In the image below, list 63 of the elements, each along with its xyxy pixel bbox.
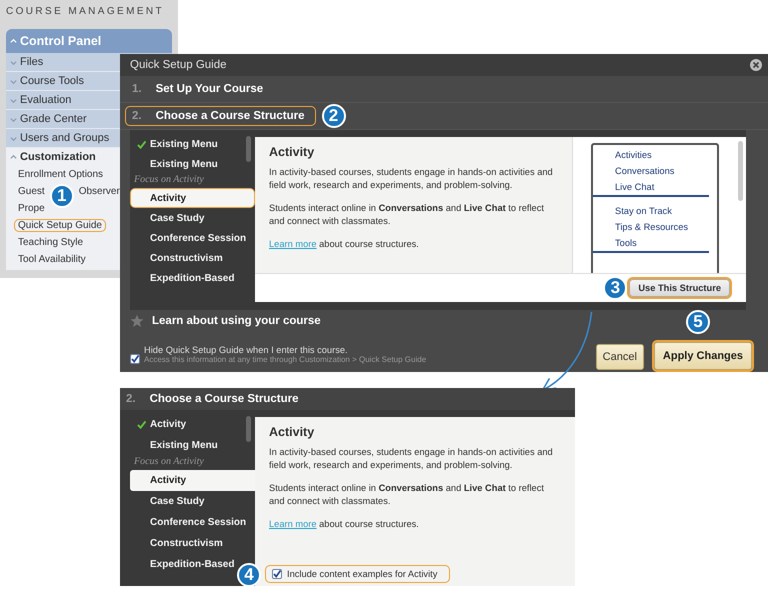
structure-item[interactable]: Activity — [130, 414, 192, 435]
structure-item[interactable]: Conference Session — [130, 228, 252, 248]
structure-item[interactable]: Constructivism — [130, 533, 228, 554]
learn-more-text: Learn more about course structures. — [269, 518, 420, 531]
structure-item[interactable]: Expedition-Based — [130, 554, 240, 575]
step-heading[interactable]: 2. Choose a Course Structure — [125, 106, 316, 126]
chevron-up-icon — [10, 38, 17, 44]
chevron-down-icon — [10, 58, 17, 66]
menu-preview-item: Tools — [593, 235, 709, 253]
learn-more-text: Learn more about course structures. — [269, 238, 420, 251]
scrollbar[interactable] — [738, 141, 743, 201]
structure-item[interactable]: Activity — [130, 188, 255, 208]
structure-item[interactable]: Expedition-Based — [130, 268, 240, 288]
chevron-down-icon — [10, 134, 17, 142]
chevron-down-icon — [10, 116, 17, 122]
structure-item[interactable]: Case Study — [130, 208, 210, 228]
chevron-down-icon — [10, 96, 17, 104]
description-text: Students interact online in Conversations and Live Chat to reflect and connect with classmates. — [269, 202, 545, 228]
description-text: In activity-based courses, students engage in hands-on activities and field work, research and experiments, and problem-solving. — [269, 166, 554, 192]
structure-title: Activity — [269, 145, 316, 159]
group-label: Focus on Activity — [133, 174, 205, 187]
description-text: Students interact online in Conversations and Live Chat to reflect and connect with classmates. — [269, 482, 545, 508]
star-icon — [130, 314, 144, 328]
checkbox[interactable] — [130, 354, 140, 364]
menu-link[interactable]: Prope — [14, 202, 49, 215]
menu-link[interactable]: Teaching Style — [14, 236, 88, 249]
callout-badge: 1 — [50, 184, 74, 208]
menu-preview-item: Conversations — [614, 165, 676, 178]
menu-link[interactable]: Tool Availability — [14, 253, 90, 266]
checkbox-label: Include content examples for Activity — [287, 569, 438, 579]
hint-text: Access this information at any time through Customization > Quick Setup Guide — [144, 355, 426, 364]
scrollbar[interactable] — [246, 416, 251, 442]
checkbox-label: Hide Quick Setup Guide when I enter this course. — [144, 345, 349, 355]
menu-link[interactable]: Observer — [74, 185, 124, 198]
menu-link[interactable]: Enrollment Options — [14, 168, 108, 181]
structure-item[interactable]: Case Study — [130, 491, 210, 512]
panel-heading: COURSE MANAGEMENT — [6, 5, 164, 19]
description-text: In activity-based courses, students engage in hands-on activities and field work, research and experiments, and problem-solving. — [269, 446, 554, 472]
checkbox[interactable] — [272, 569, 282, 579]
menu-preview-item: Activities — [614, 149, 653, 162]
menu-link[interactable]: Quick Setup Guide — [14, 219, 106, 232]
cancel-button[interactable]: Cancel — [596, 344, 644, 370]
callout-badge: 3 — [603, 276, 628, 300]
menu-link[interactable]: Guest — [14, 185, 49, 198]
use-structure-button[interactable]: Use This Structure — [629, 279, 730, 297]
structure-item[interactable]: Existing Menu — [130, 435, 223, 456]
apply-button[interactable]: Apply Changes — [654, 342, 752, 370]
structure-item[interactable]: Constructivism — [130, 248, 228, 268]
close-icon[interactable] — [750, 59, 762, 71]
menu-preview-item: Live Chat — [593, 179, 709, 197]
step-heading[interactable]: Learn about using your course — [152, 315, 321, 327]
structure-title: Activity — [269, 425, 316, 439]
menu-preview-item: Stay on Track — [614, 205, 673, 218]
callout-badge: 4 — [237, 563, 261, 587]
scrollbar[interactable] — [246, 136, 251, 162]
structure-item[interactable]: Conference Session — [130, 512, 252, 533]
chevron-up-icon — [10, 154, 17, 160]
menu-preview-item: Tips & Resources — [614, 221, 690, 234]
callout-badge: 5 — [686, 310, 710, 334]
chevron-down-icon — [10, 78, 17, 84]
callout-badge: 2 — [322, 104, 346, 128]
group-label: Focus on Activity — [133, 456, 205, 469]
structure-item[interactable]: Activity — [130, 470, 255, 491]
